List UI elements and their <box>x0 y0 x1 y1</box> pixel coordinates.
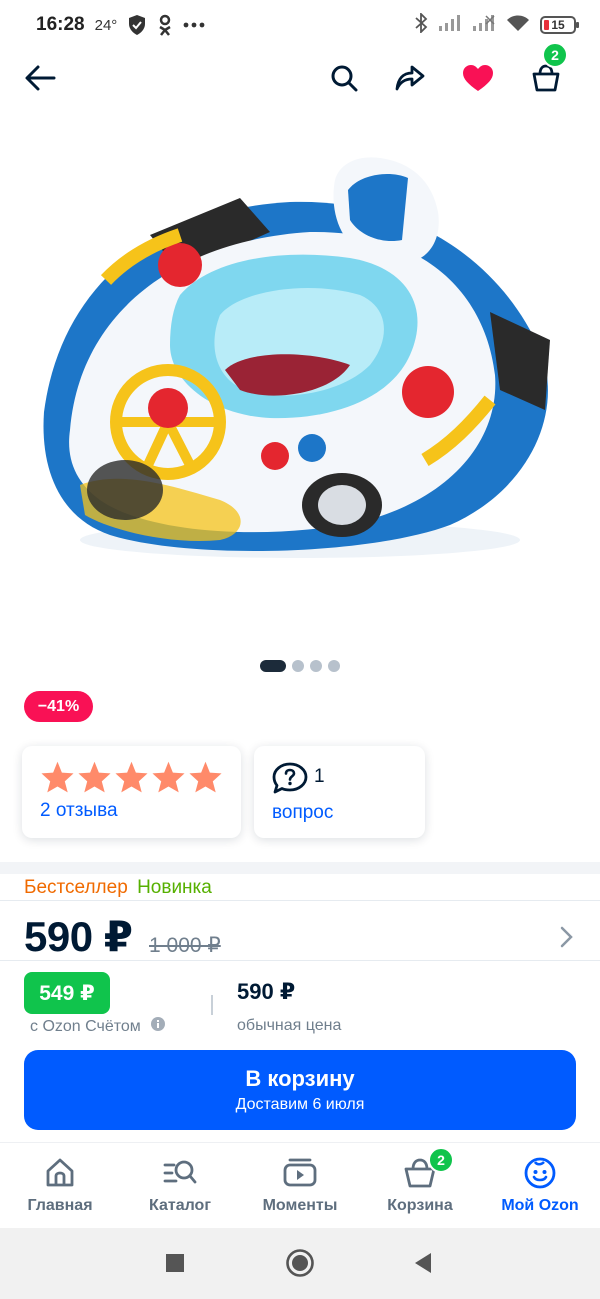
divider <box>0 960 600 961</box>
catalog-search-icon <box>163 1160 197 1184</box>
regular-price-label: обычная цена <box>237 1017 342 1034</box>
face-smile-icon <box>524 1157 556 1189</box>
info-icon[interactable] <box>150 1017 165 1036</box>
nav-cart[interactable]: 2 Корзина <box>360 1143 480 1229</box>
nav-home[interactable]: Главная <box>0 1143 120 1229</box>
star-icon <box>78 761 111 793</box>
search-icon <box>331 65 358 92</box>
star-icon <box>41 761 74 793</box>
price-old: 1 000 ₽ <box>149 934 221 957</box>
back-arrow-icon <box>25 65 56 91</box>
status-bar: 16:28 24° 15 <box>0 0 600 50</box>
ozon-card-caption: с Ozon Счётом <box>30 1017 165 1036</box>
divider <box>0 900 600 901</box>
star-icon <box>189 761 222 793</box>
square-icon <box>166 1254 184 1272</box>
nav-my-ozon-label: Мой Ozon <box>501 1197 579 1214</box>
home-system-button[interactable] <box>282 1245 318 1281</box>
reviews-card[interactable]: 2 отзыва <box>22 746 241 838</box>
questions-count: 1 <box>314 766 325 787</box>
nav-moments-label: Моменты <box>262 1197 338 1214</box>
ozon-card-label: с Ozon Счётом <box>30 1017 141 1035</box>
questions-card[interactable]: 1 вопрос <box>254 746 425 838</box>
new-label: Новинка <box>137 877 212 898</box>
back-button[interactable] <box>18 56 62 100</box>
circle-home-icon <box>286 1249 314 1277</box>
heart-icon <box>463 65 493 91</box>
nav-cart-count-badge: 2 <box>428 1147 454 1173</box>
carousel-dot[interactable] <box>328 660 340 672</box>
reviews-link[interactable]: 2 отзыва <box>40 800 118 822</box>
carousel-dot[interactable] <box>310 660 322 672</box>
share-button[interactable] <box>388 56 432 100</box>
back-system-button[interactable] <box>405 1245 441 1281</box>
cart-count-badge: 2 <box>542 42 568 68</box>
wifi-icon <box>506 14 530 37</box>
discount-badge: −41% <box>24 691 93 722</box>
cart-button[interactable]: 2 <box>524 42 568 100</box>
nav-my-ozon[interactable]: Мой Ozon <box>480 1143 600 1229</box>
bestseller-label: Бестселлер <box>24 877 128 898</box>
signal-icon <box>438 14 462 37</box>
star-icon <box>115 761 148 793</box>
nav-cart-label: Корзина <box>387 1197 453 1214</box>
favorite-button[interactable] <box>456 56 500 100</box>
ozon-card-price[interactable]: 549 ₽ <box>24 972 110 1014</box>
bottom-navigation: Главная Каталог Моменты 2 Корзина Мой Oz… <box>0 1142 600 1228</box>
search-button[interactable] <box>322 56 366 100</box>
moments-play-icon <box>283 1158 317 1187</box>
product-image[interactable] <box>30 140 570 580</box>
ok-icon <box>157 14 173 36</box>
price-details-button[interactable] <box>560 926 574 953</box>
status-temperature: 24° <box>94 16 118 34</box>
add-to-cart-button[interactable]: В корзину Доставим 6 июля <box>24 1050 576 1130</box>
battery-icon: 15 <box>540 16 579 34</box>
carousel-dot[interactable] <box>292 660 304 672</box>
carousel-dot[interactable] <box>260 660 286 672</box>
bluetooth-icon <box>414 11 428 38</box>
recents-button[interactable] <box>157 1245 193 1281</box>
nav-catalog[interactable]: Каталог <box>120 1143 240 1229</box>
rating-stars <box>40 760 223 794</box>
regular-price: 590 ₽ <box>237 979 296 1004</box>
shield-icon <box>127 14 147 36</box>
signal-icon <box>472 14 496 37</box>
status-time: 16:28 <box>36 14 85 35</box>
more-icon <box>183 22 205 28</box>
share-icon <box>395 65 425 91</box>
system-navigation-bar <box>0 1228 600 1299</box>
price-separator <box>211 995 213 1015</box>
star-icon <box>152 761 185 793</box>
top-toolbar: 2 <box>0 42 600 108</box>
triangle-back-icon <box>415 1253 431 1273</box>
product-labels: Бестселлер Новинка <box>24 877 212 899</box>
delivery-date-label: Доставим 6 июля <box>235 1096 365 1113</box>
battery-level: 15 <box>551 18 565 32</box>
home-icon <box>46 1158 74 1187</box>
price-current: 590 ₽ <box>24 913 133 960</box>
nav-catalog-label: Каталог <box>149 1197 211 1214</box>
question-bubble-icon <box>272 762 308 799</box>
nav-home-label: Главная <box>27 1197 93 1214</box>
section-divider <box>0 862 600 874</box>
add-to-cart-label: В корзину <box>245 1066 355 1091</box>
questions-link[interactable]: вопрос <box>272 802 333 824</box>
nav-moments[interactable]: Моменты <box>240 1143 360 1229</box>
chevron-right-icon <box>560 926 573 948</box>
carousel-dots[interactable] <box>0 660 600 672</box>
